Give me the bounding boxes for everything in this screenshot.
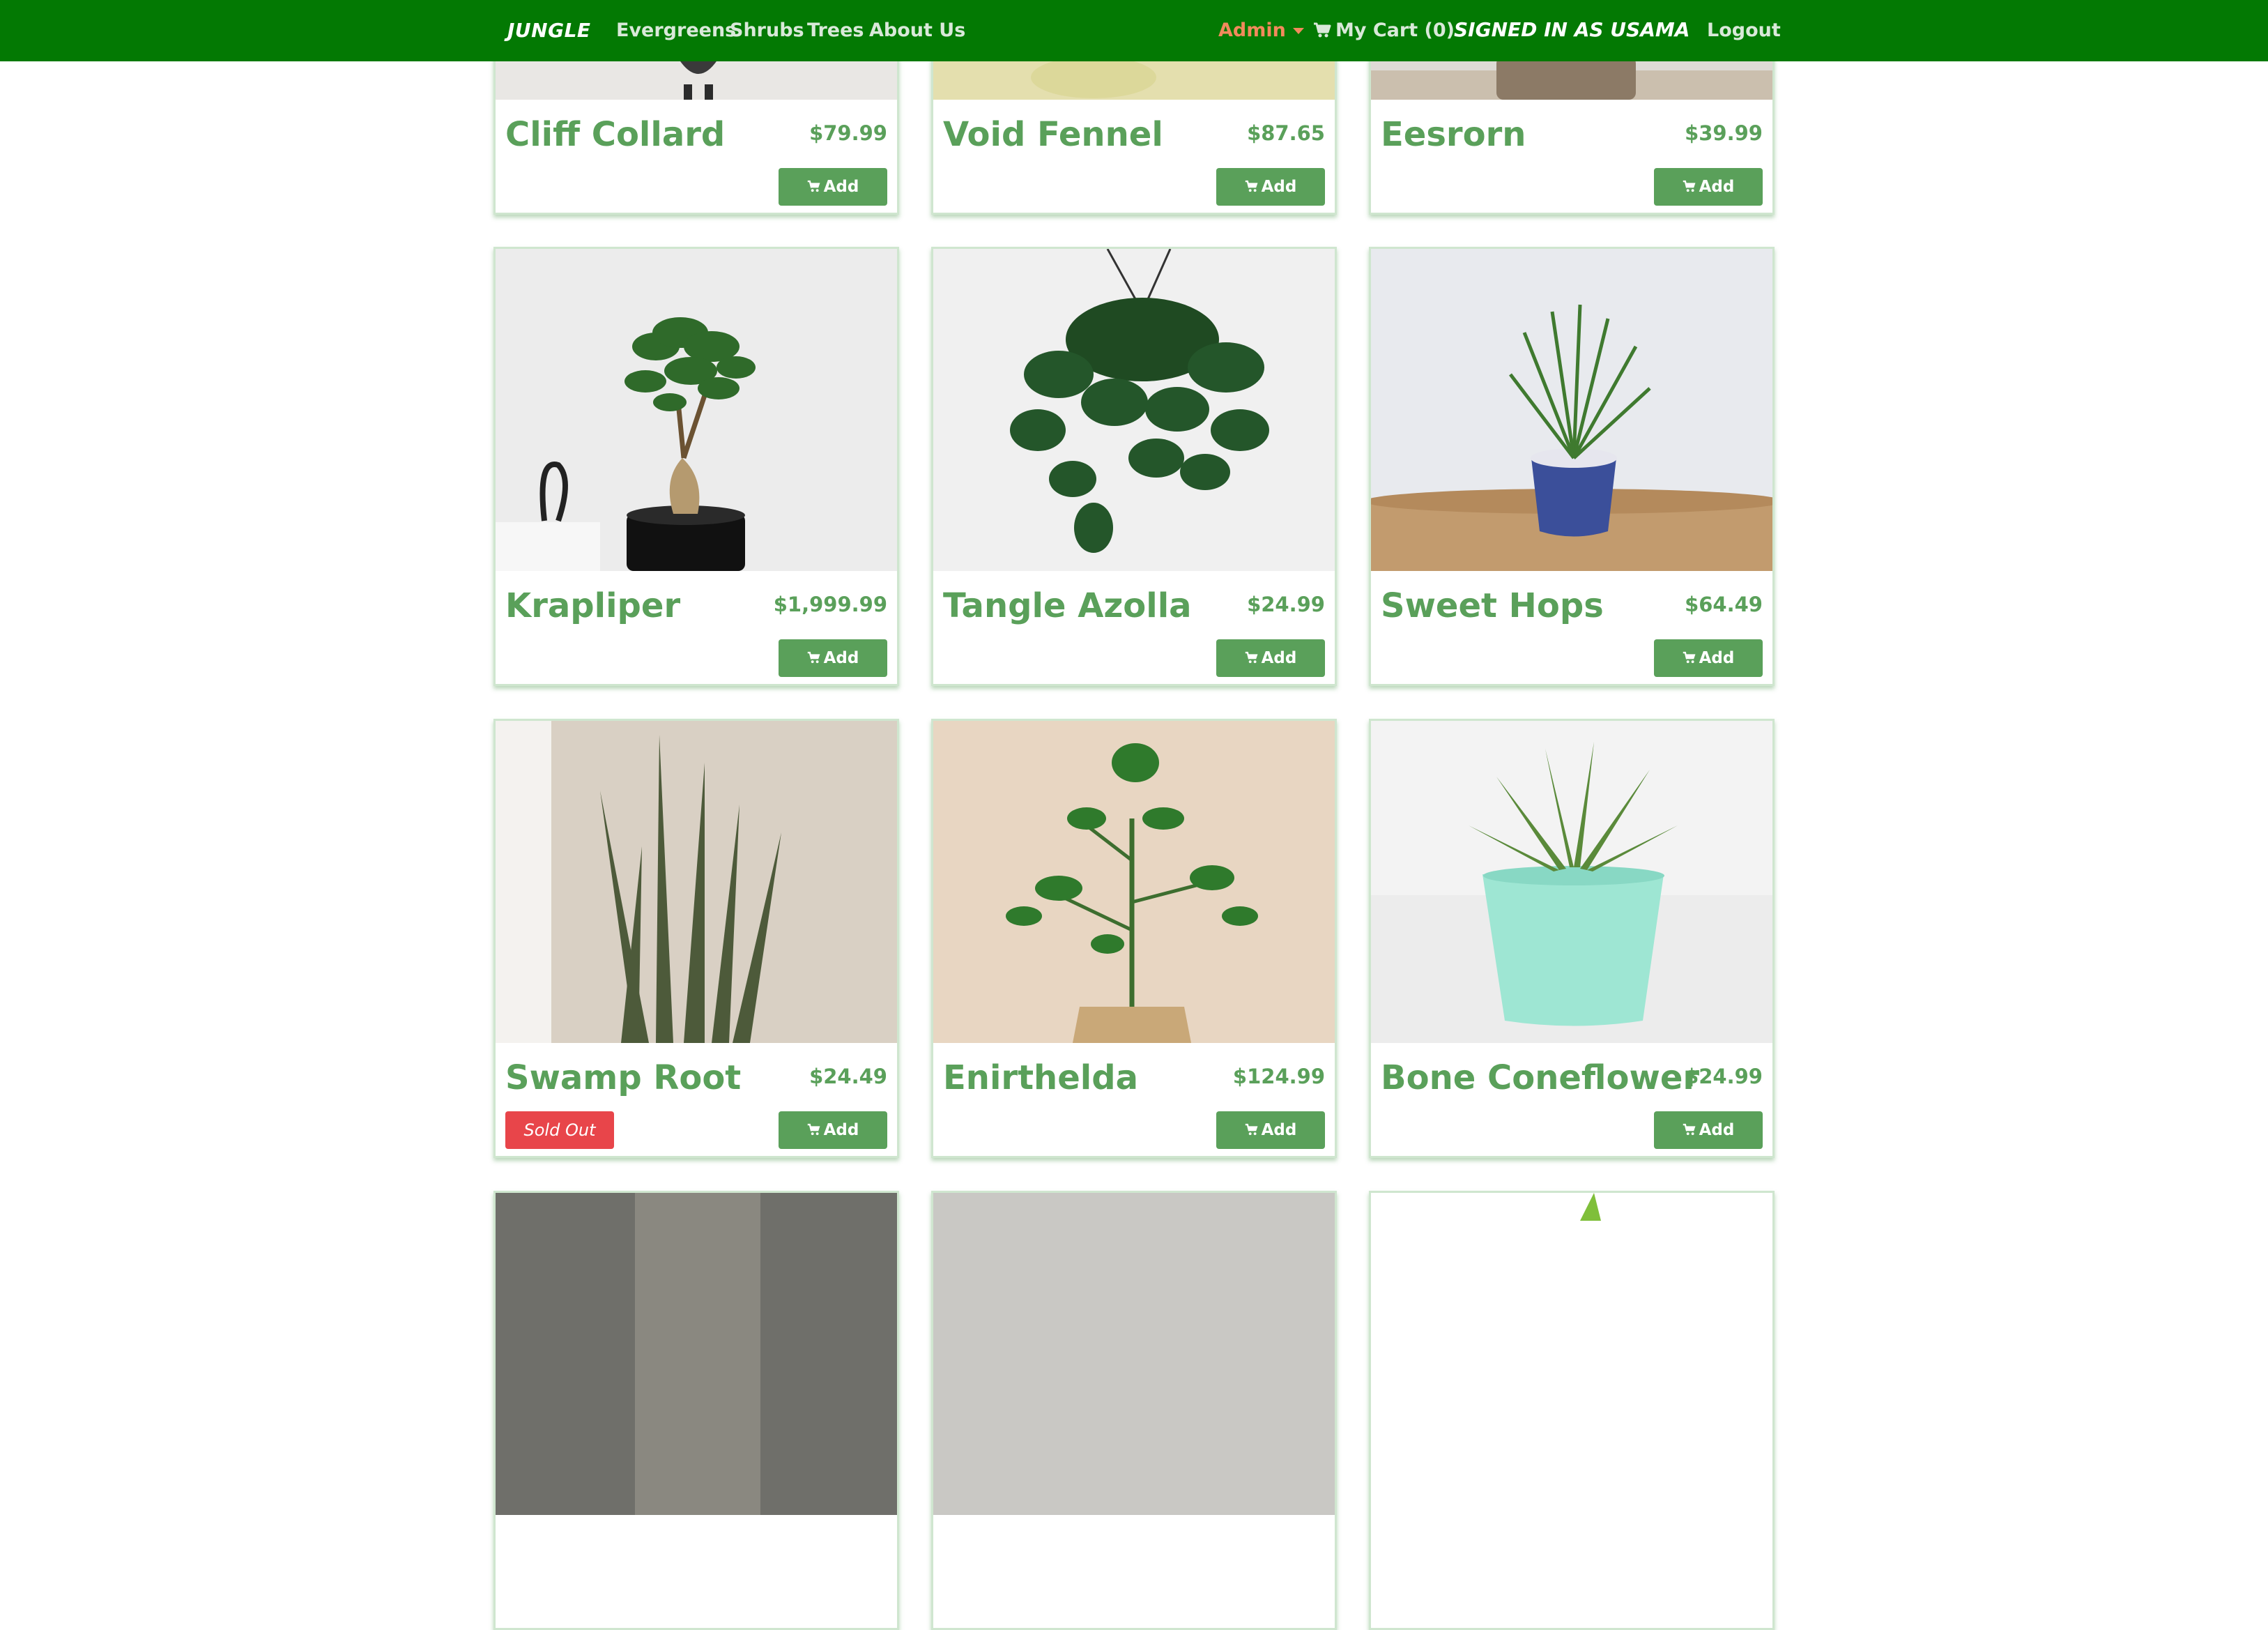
product-card: Tangle Azolla $24.99 Add [931, 247, 1337, 686]
product-image[interactable] [933, 249, 1335, 571]
cart-icon [1683, 651, 1696, 663]
product-price: $24.49 [809, 1065, 887, 1088]
product-photo [496, 249, 897, 571]
product-name[interactable]: Swamp Root [505, 1058, 741, 1097]
product-price: $24.99 [1247, 593, 1325, 616]
product-name[interactable]: Void Fennel [943, 115, 1163, 154]
product-card [1369, 1191, 1775, 1630]
product-price: $124.99 [1232, 1065, 1325, 1088]
product-name[interactable]: Bone Coneflower [1381, 1058, 1699, 1097]
product-card: Enirthelda $124.99 Add [931, 719, 1337, 1158]
product-card [493, 1191, 899, 1630]
product-name[interactable]: Krapliper [505, 586, 680, 625]
add-to-cart-button[interactable]: Add [779, 168, 887, 206]
add-to-cart-button[interactable]: Add [1216, 168, 1325, 206]
product-card: Krapliper $1,999.99 Add [493, 247, 899, 686]
add-to-cart-button[interactable]: Add [779, 1111, 887, 1149]
product-image[interactable] [1371, 721, 1772, 1043]
product-price: $39.99 [1685, 121, 1763, 145]
add-label: Add [1699, 178, 1735, 196]
product-photo [933, 249, 1335, 571]
add-to-cart-button[interactable]: Add [1654, 639, 1763, 677]
product-image[interactable] [496, 721, 897, 1043]
product-price: $87.65 [1247, 121, 1325, 145]
add-to-cart-button[interactable]: Add [1216, 639, 1325, 677]
product-card: Bone Coneflower $24.99 Add [1369, 719, 1775, 1158]
cart-icon [1245, 180, 1258, 192]
product-photo [1371, 721, 1772, 1043]
admin-dropdown[interactable]: Admin [1218, 0, 1304, 61]
sold-out-badge: Sold Out [505, 1111, 614, 1149]
logout-link[interactable]: Logout [1707, 0, 1781, 61]
cart-icon [807, 180, 820, 192]
product-photo [1371, 1193, 1772, 1515]
product-image[interactable] [496, 1193, 897, 1515]
nav-link-evergreens[interactable]: Evergreens [616, 0, 736, 61]
add-label: Add [1699, 1121, 1735, 1139]
product-card [931, 1191, 1337, 1630]
product-image[interactable] [1371, 249, 1772, 571]
add-to-cart-button[interactable]: Add [1216, 1111, 1325, 1149]
cart-icon [807, 1123, 820, 1135]
product-price: $1,999.99 [773, 593, 887, 616]
product-name[interactable]: Cliff Collard [505, 115, 725, 154]
cart-icon [1245, 651, 1258, 663]
nav-link-about-us[interactable]: About Us [869, 0, 965, 61]
product-name[interactable]: Eesrorn [1381, 115, 1526, 154]
add-to-cart-button[interactable]: Add [1654, 1111, 1763, 1149]
nav-link-shrubs[interactable]: Shrubs [730, 0, 804, 61]
brand-logo[interactable]: JUNGLE [507, 0, 591, 61]
my-cart-label: My Cart (0) [1335, 20, 1455, 41]
nav-link-trees[interactable]: Trees [807, 0, 864, 61]
add-label: Add [823, 178, 859, 196]
admin-label: Admin [1218, 20, 1286, 41]
product-image[interactable] [496, 249, 897, 571]
add-label: Add [1261, 649, 1297, 667]
product-name[interactable]: Tangle Azolla [943, 586, 1192, 625]
product-price: $24.99 [1685, 1065, 1763, 1088]
add-label: Add [1261, 1121, 1297, 1139]
cart-icon [1314, 22, 1331, 37]
my-cart-link[interactable]: My Cart (0) [1313, 0, 1455, 61]
add-label: Add [823, 1121, 859, 1139]
cart-icon [1683, 1123, 1696, 1135]
product-photo [496, 721, 897, 1043]
product-photo [496, 1193, 897, 1515]
product-price: $79.99 [809, 121, 887, 145]
product-card: Sweet Hops $64.49 Add [1369, 247, 1775, 686]
add-label: Add [823, 649, 859, 667]
product-name[interactable]: Sweet Hops [1381, 586, 1604, 625]
product-image[interactable] [933, 1193, 1335, 1515]
product-name[interactable]: Enirthelda [943, 1058, 1138, 1097]
chevron-down-icon [1292, 28, 1304, 34]
product-image[interactable] [933, 721, 1335, 1043]
product-photo [933, 1193, 1335, 1515]
product-card: Swamp Root $24.49 Sold Out Add [493, 719, 899, 1158]
signed-in-status: SIGNED IN AS USAMA [1454, 18, 1690, 41]
product-price: $64.49 [1685, 593, 1763, 616]
add-label: Add [1699, 649, 1735, 667]
cart-icon [807, 651, 820, 663]
add-to-cart-button[interactable]: Add [779, 639, 887, 677]
top-navbar: JUNGLE Evergreens Shrubs Trees About Us … [0, 0, 2268, 61]
product-photo [933, 721, 1335, 1043]
cart-icon [1683, 180, 1696, 192]
product-image[interactable] [1371, 1193, 1772, 1515]
add-label: Add [1261, 178, 1297, 196]
add-to-cart-button[interactable]: Add [1654, 168, 1763, 206]
product-photo [1371, 249, 1772, 571]
cart-icon [1245, 1123, 1258, 1135]
